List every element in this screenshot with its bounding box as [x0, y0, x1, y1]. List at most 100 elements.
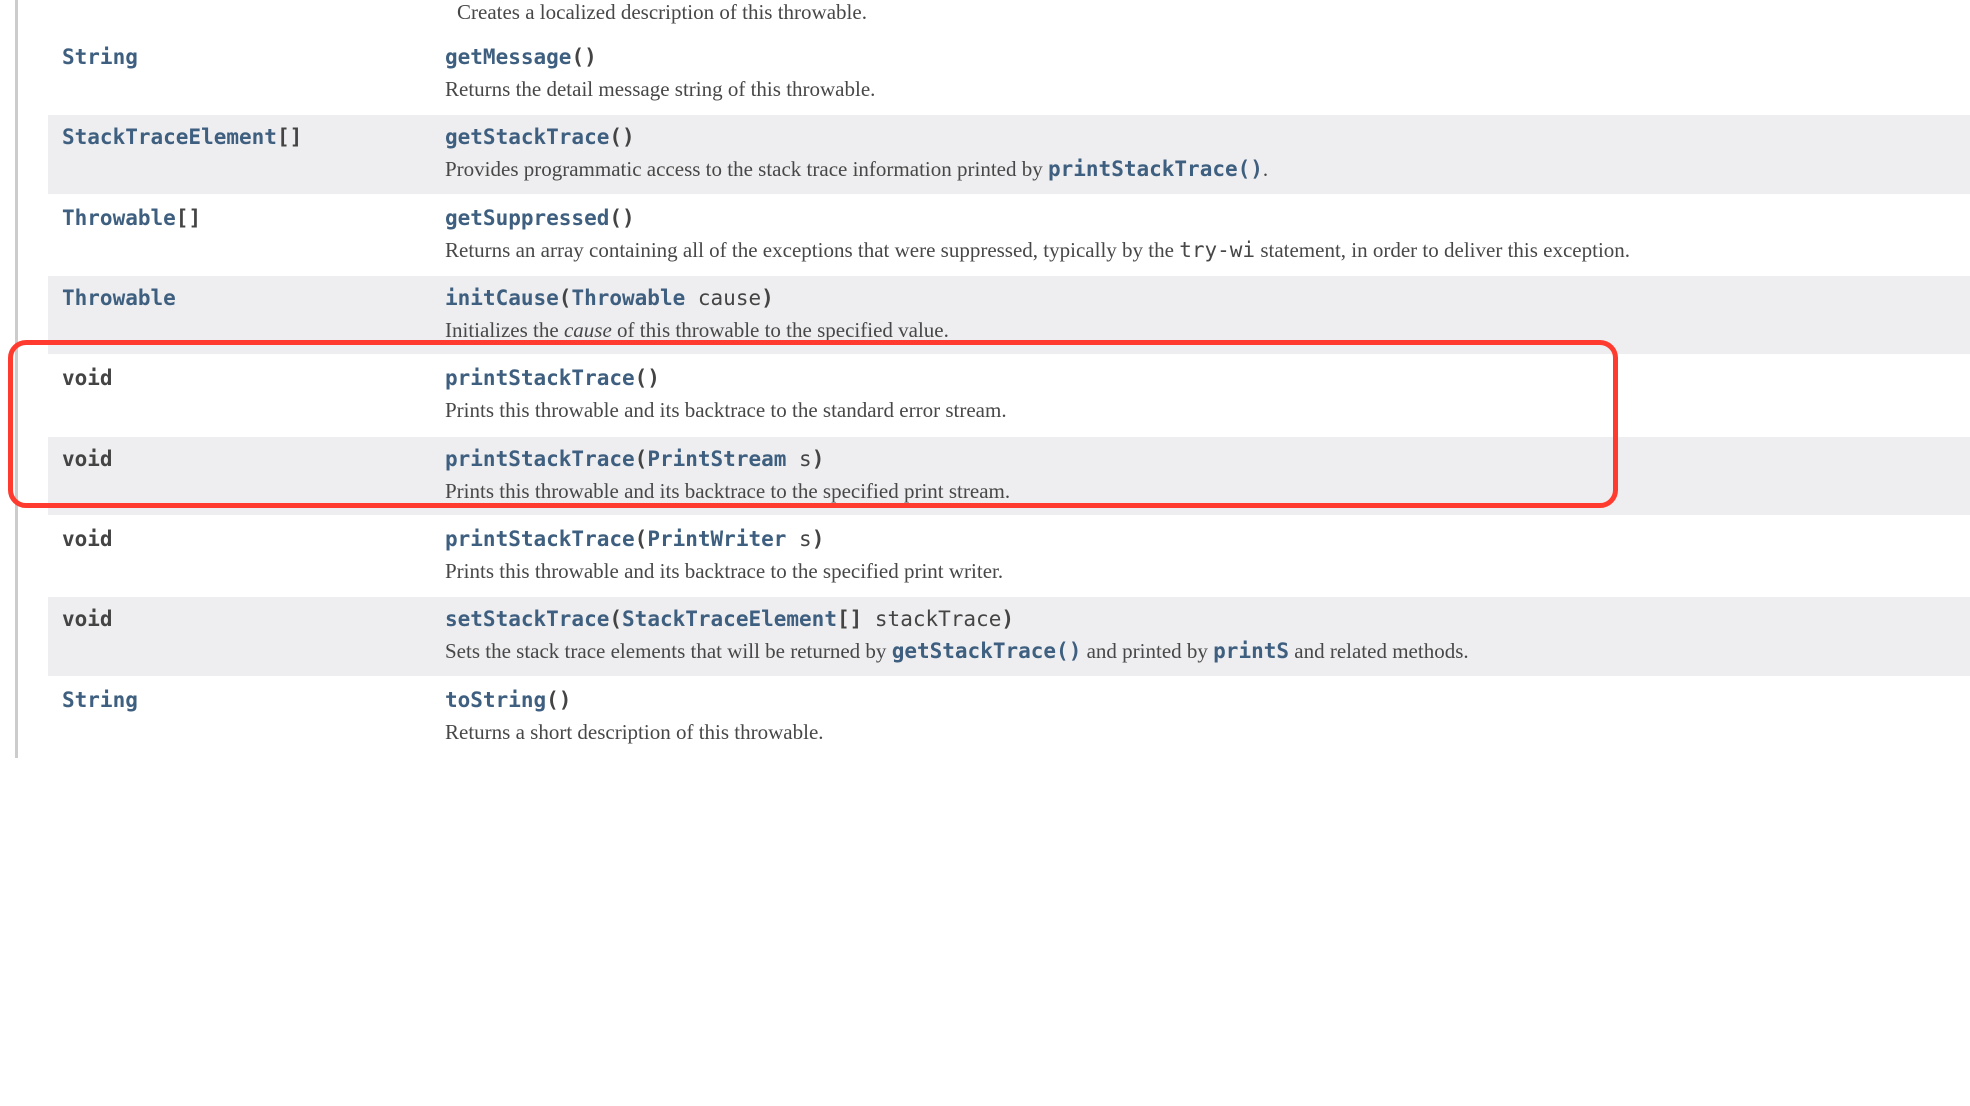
method-desc-cell: toString() Returns a short description o…	[443, 677, 1970, 757]
params: ()	[546, 688, 571, 712]
desc-text: Provides programmatic access to the stac…	[445, 157, 1048, 181]
desc-text: Initializes the	[445, 318, 564, 342]
return-type-cell: String	[48, 35, 443, 114]
method-description: Returns a short description of this thro…	[445, 718, 1956, 746]
desc-text: and printed by	[1081, 639, 1213, 663]
desc-italic: cause	[564, 318, 612, 342]
param-type-link[interactable]: PrintWriter	[647, 527, 786, 551]
param-type-link[interactable]: StackTraceElement	[622, 607, 837, 631]
table-row: void printStackTrace(PrintStream s) Prin…	[48, 436, 1970, 516]
paren-close: )	[812, 447, 825, 471]
desc-text: Returns an array containing all of the e…	[445, 238, 1179, 262]
method-link[interactable]: toString	[445, 688, 546, 712]
param-name: s	[786, 447, 811, 471]
method-description: Sets the stack trace elements that will …	[445, 637, 1956, 665]
type-suffix: []	[176, 206, 201, 230]
method-link[interactable]: printStackTrace	[445, 366, 635, 390]
method-signature: toString()	[445, 688, 1956, 712]
method-description: Provides programmatic access to the stac…	[445, 155, 1956, 183]
paren-open: (	[609, 607, 622, 631]
method-link[interactable]: getStackTrace	[445, 125, 609, 149]
method-signature: printStackTrace()	[445, 366, 1956, 390]
method-signature: setStackTrace(StackTraceElement[] stackT…	[445, 607, 1956, 631]
desc-text: .	[1263, 157, 1268, 181]
paren-open: (	[635, 447, 648, 471]
method-desc-cell: getMessage() Returns the detail message …	[443, 35, 1970, 114]
method-signature: printStackTrace(PrintStream s)	[445, 447, 1956, 471]
params: ()	[609, 125, 634, 149]
method-signature: initCause(Throwable cause)	[445, 286, 1956, 310]
type-link[interactable]: String	[62, 688, 138, 712]
params: ()	[609, 206, 634, 230]
partial-row-top: Creates a localized description of this …	[443, 0, 1970, 35]
method-signature: getMessage()	[445, 45, 1956, 69]
table-row: void printStackTrace(PrintWriter s) Prin…	[48, 516, 1970, 596]
method-description: Prints this throwable and its backtrace …	[445, 396, 1956, 424]
return-type-cell: void	[48, 355, 443, 435]
return-type-cell: void	[48, 596, 443, 676]
method-desc-cell: printStackTrace(PrintWriter s) Prints th…	[443, 516, 1970, 596]
method-desc-cell: setStackTrace(StackTraceElement[] stackT…	[443, 596, 1970, 676]
type-suffix: []	[277, 125, 302, 149]
type-suffix: []	[837, 607, 862, 631]
table-row: Throwable initCause(Throwable cause) Ini…	[48, 275, 1970, 355]
table-row: String toString() Returns a short descri…	[48, 677, 1970, 757]
method-description: Initializes the cause of this throwable …	[445, 316, 1956, 344]
type-plain: void	[62, 607, 113, 631]
type-plain: void	[62, 527, 113, 551]
return-type-cell: Throwable	[48, 275, 443, 355]
desc-text: Sets the stack trace elements that will …	[445, 639, 892, 663]
table-row: void printStackTrace() Prints this throw…	[48, 355, 1970, 435]
method-description: Prints this throwable and its backtrace …	[445, 557, 1956, 585]
method-link[interactable]: printStackTrace	[445, 447, 635, 471]
return-type-cell: Throwable[]	[48, 195, 443, 275]
method-description: Returns the detail message string of thi…	[445, 75, 1956, 103]
method-signature: printStackTrace(PrintWriter s)	[445, 527, 1956, 551]
type-link[interactable]: Throwable	[62, 206, 176, 230]
method-description: Returns an array containing all of the e…	[445, 236, 1956, 264]
param-name: cause	[685, 286, 761, 310]
method-link[interactable]: initCause	[445, 286, 559, 310]
method-signature: getSuppressed()	[445, 206, 1956, 230]
param-type-link[interactable]: PrintStream	[647, 447, 786, 471]
desc-code-link[interactable]: getStackTrace()	[892, 639, 1082, 663]
method-desc-cell: printStackTrace() Prints this throwable …	[443, 355, 1970, 435]
paren-open: (	[635, 527, 648, 551]
paren-close: )	[812, 527, 825, 551]
method-link[interactable]: getSuppressed	[445, 206, 609, 230]
type-plain: void	[62, 447, 113, 471]
params: ()	[571, 45, 596, 69]
method-summary-container: Creates a localized description of this …	[15, 0, 1970, 758]
method-desc-cell: getSuppressed() Returns an array contain…	[443, 195, 1970, 275]
paren-close: )	[761, 286, 774, 310]
method-desc-cell: printStackTrace(PrintStream s) Prints th…	[443, 436, 1970, 516]
params: ()	[635, 366, 660, 390]
type-link[interactable]: String	[62, 45, 138, 69]
desc-text: of this throwable to the specified value…	[612, 318, 949, 342]
method-desc-cell: initCause(Throwable cause) Initializes t…	[443, 275, 1970, 355]
type-plain: void	[62, 366, 113, 390]
method-signature: getStackTrace()	[445, 125, 1956, 149]
method-link[interactable]: setStackTrace	[445, 607, 609, 631]
table-row: void setStackTrace(StackTraceElement[] s…	[48, 596, 1970, 676]
return-type-cell: void	[48, 436, 443, 516]
paren-close: )	[1001, 607, 1014, 631]
desc-code: try-wi	[1179, 238, 1255, 262]
return-type-cell: String	[48, 677, 443, 757]
desc-text: and related methods.	[1289, 639, 1469, 663]
return-type-cell: StackTraceElement[]	[48, 114, 443, 194]
param-name: stackTrace	[862, 607, 1001, 631]
paren-open: (	[559, 286, 572, 310]
param-type-link[interactable]: Throwable	[571, 286, 685, 310]
desc-code-link[interactable]: printS	[1213, 639, 1289, 663]
type-link[interactable]: Throwable	[62, 286, 176, 310]
method-summary-table: String getMessage() Returns the detail m…	[48, 35, 1970, 758]
method-link[interactable]: printStackTrace	[445, 527, 635, 551]
type-link[interactable]: StackTraceElement	[62, 125, 277, 149]
table-row: StackTraceElement[] getStackTrace() Prov…	[48, 114, 1970, 194]
method-desc-cell: getStackTrace() Provides programmatic ac…	[443, 114, 1970, 194]
param-name: s	[786, 527, 811, 551]
desc-code-link[interactable]: printStackTrace()	[1048, 157, 1263, 181]
table-row: Throwable[] getSuppressed() Returns an a…	[48, 195, 1970, 275]
method-link[interactable]: getMessage	[445, 45, 571, 69]
